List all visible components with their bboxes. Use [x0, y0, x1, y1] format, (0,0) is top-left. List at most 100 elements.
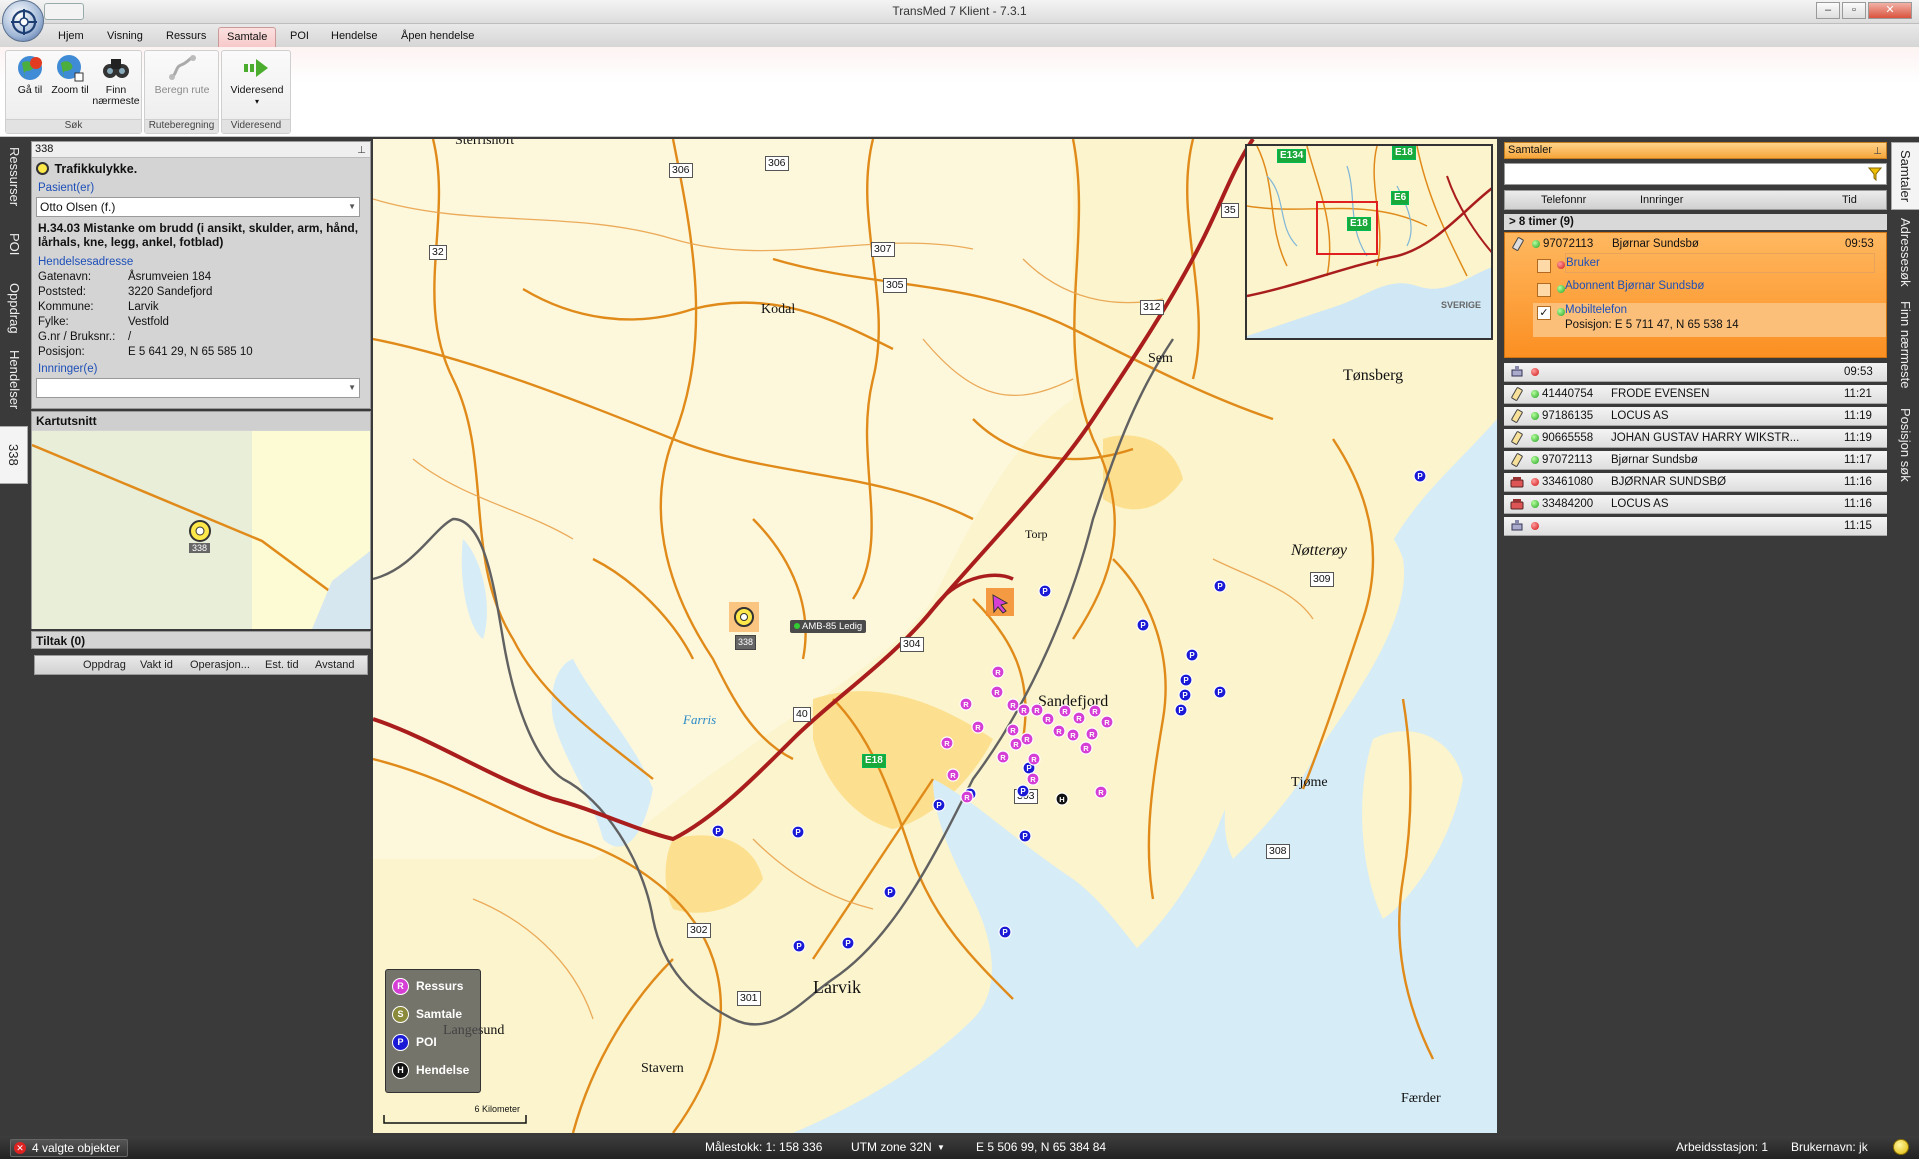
tab-samtaler[interactable]: Samtaler	[1891, 142, 1919, 210]
column-tid[interactable]: Tid	[1842, 194, 1857, 206]
tab-hendelse[interactable]: Hendelse	[323, 27, 385, 47]
tab-oppdrag[interactable]: Oppdrag	[0, 276, 28, 340]
call-time: 11:19	[1844, 410, 1872, 422]
call-row[interactable]: 33484200 LOCUS AS 11:16	[1504, 495, 1887, 514]
call-row[interactable]: 11:15	[1504, 517, 1887, 536]
checkbox-abonnent[interactable]	[1537, 283, 1551, 297]
checkbox-mobiltelefon[interactable]: ✓	[1537, 306, 1551, 320]
app-menu-button[interactable]	[2, 0, 44, 42]
town-label: Stavern	[641, 1061, 684, 1076]
town-label: Sterrishoft	[455, 139, 515, 148]
incident-panel: 338 ⊥ Trafikkulykke. Pasient(er) Otto Ols…	[31, 141, 371, 409]
pin-icon[interactable]: ⊥	[1873, 144, 1882, 159]
town-label: Færder	[1401, 1091, 1441, 1106]
forward-arrow-icon	[244, 59, 268, 77]
selected-call[interactable]: 97072113 Bjørnar Sundsbø 09:53 Bruker Ab…	[1504, 232, 1887, 358]
field-value: Vestfold	[128, 316, 169, 328]
route-icon	[169, 55, 196, 80]
beregn-rute-button[interactable]: Beregn rute	[153, 53, 211, 96]
legend-label: POI	[416, 1035, 437, 1049]
incident-marker-label[interactable]: 338	[735, 635, 757, 650]
close-button[interactable]: ✕	[1868, 2, 1912, 19]
call-phone: 97072113	[1543, 238, 1594, 250]
mobiltelefon-block[interactable]: ✓ Mobiltelefon Posisjon: E 5 711 47, N 6…	[1533, 303, 1886, 337]
tab-ressurser[interactable]: Ressurser	[0, 142, 28, 212]
column-avstand[interactable]: Avstand	[315, 659, 355, 671]
tab-finn-naermeste[interactable]: Finn nærmeste	[1891, 296, 1919, 394]
beregn-rute-label: Beregn rute	[154, 84, 210, 96]
globe-red-icon	[18, 56, 42, 80]
mobile-phone-icon	[1511, 409, 1523, 423]
ribbon-group-label-videresend: Videresend	[222, 119, 290, 133]
sub-abonnent[interactable]: Abonnent Bjørnar Sundsbø	[1565, 277, 1905, 297]
tab-338[interactable]: 338	[0, 426, 28, 484]
field-value: /	[128, 331, 132, 343]
tab-posisjon-sok[interactable]: Posisjon søk	[1891, 400, 1919, 490]
finn-naermeste-button[interactable]: Finn nærmeste	[90, 53, 142, 107]
videresend-button[interactable]: Videresend ▾	[226, 53, 288, 107]
group-header[interactable]: > 8 timer (9)	[1504, 214, 1887, 230]
selected-objects-button[interactable]: ✕ 4 valgte objekter	[10, 1139, 128, 1157]
column-innringer[interactable]: Innringer	[1640, 194, 1683, 206]
field-value: 3220 Sandefjord	[128, 286, 213, 298]
tiltak-panel: Tiltak (0) Oppdrag Vakt id Operasjon... …	[31, 631, 371, 1133]
column-operasjon[interactable]: Operasjon...	[190, 659, 250, 671]
patient-select[interactable]: Otto Olsen (f.) ▼	[36, 197, 360, 217]
chevron-down-icon[interactable]: ▼	[937, 1143, 945, 1152]
utm-zone[interactable]: UTM zone 32N	[851, 1140, 932, 1154]
maximize-button[interactable]: ▫	[1842, 2, 1866, 19]
binoculars-icon	[103, 59, 129, 78]
call-time: 09:53	[1844, 366, 1873, 378]
tab-poi[interactable]: POI	[282, 27, 317, 47]
sub-bruker[interactable]: Bruker	[1565, 253, 1875, 273]
tab-visning[interactable]: Visning	[99, 27, 151, 47]
quick-access-toolbar[interactable]	[44, 3, 84, 20]
mini-map[interactable]	[32, 431, 370, 629]
incident-marker-icon	[36, 162, 49, 175]
samtaler-filter-input[interactable]	[1504, 163, 1887, 185]
ga-til-button[interactable]: Gå til	[10, 53, 50, 96]
selected-call-row[interactable]: 97072113 Bjørnar Sundsbø 09:53	[1505, 235, 1888, 253]
dropdown-arrow-icon[interactable]: ▼	[348, 198, 356, 216]
zoom-til-button[interactable]: Zoom til	[50, 53, 90, 96]
call-row[interactable]: 33461080 BJØRNAR SUNDSBØ 11:16	[1504, 473, 1887, 492]
landline-phone-icon	[1510, 499, 1524, 510]
column-oppdrag[interactable]: Oppdrag	[83, 659, 126, 671]
ambulance-tag[interactable]: AMB-85 Ledig	[790, 620, 867, 633]
tab-hendelser[interactable]: Hendelser	[0, 344, 28, 416]
pin-icon[interactable]: ⊥	[357, 143, 366, 158]
column-vakt-id[interactable]: Vakt id	[140, 659, 173, 671]
tab-adressesok[interactable]: Adressesøk	[1891, 214, 1919, 290]
filter-icon[interactable]	[1868, 167, 1882, 181]
call-row[interactable]: 97186135 LOCUS AS 11:19	[1504, 407, 1887, 426]
callers-select[interactable]: ▼	[36, 378, 360, 398]
patients-label: Pasient(er)	[38, 182, 95, 194]
overview-map[interactable]: E134 E18 E6 E18 SVERIGE	[1245, 144, 1493, 340]
call-row[interactable]: 90665558 JOHAN GUSTAV HARRY WIKSTR... 11…	[1504, 429, 1887, 448]
call-row[interactable]: 97072113 Bjørnar Sundsbø 11:17	[1504, 451, 1887, 470]
ga-til-label: Gå til	[17, 84, 43, 96]
call-phone: 33484200	[1542, 498, 1594, 510]
tab-poi-left[interactable]: POI	[0, 224, 28, 264]
tab-ressurs[interactable]: Ressurs	[158, 27, 214, 47]
app-window: TransMed 7 Klient - 7.3.1 – ▫ ✕ Hjem Vis…	[0, 0, 1919, 1159]
column-telefonnr[interactable]: Telefonnr	[1541, 194, 1586, 206]
call-row[interactable]: 09:53	[1504, 363, 1887, 382]
town-label: Torp	[1025, 527, 1048, 541]
diagnosis-text: H.34.03 Mistanke om brudd (i ansikt, sku…	[38, 221, 359, 249]
dropdown-arrow-icon[interactable]: ▼	[348, 379, 356, 397]
checkbox-bruker[interactable]	[1537, 259, 1551, 273]
tab-apen-hendelse[interactable]: Åpen hendelse	[393, 27, 482, 47]
network-phone-icon	[1511, 520, 1523, 531]
chevron-down-icon[interactable]: ▾	[226, 96, 288, 107]
tab-samtale[interactable]: Samtale	[218, 27, 277, 47]
column-est-tid[interactable]: Est. tid	[265, 659, 299, 671]
minimize-button[interactable]: –	[1816, 2, 1840, 19]
road-number: 301	[737, 991, 761, 1006]
tab-hjem[interactable]: Hjem	[50, 27, 92, 47]
map-view[interactable]: Sterrishoft Kodal Sem Tønsberg Torp Nøtt…	[373, 139, 1497, 1133]
call-time: 11:17	[1844, 454, 1872, 466]
call-row[interactable]: 41440754 FRODE EVENSEN 11:21	[1504, 385, 1887, 404]
ribbon-group-ruteberegning: Beregn rute Ruteberegning	[144, 50, 219, 134]
close-circle-icon[interactable]: ✕	[14, 1142, 26, 1154]
